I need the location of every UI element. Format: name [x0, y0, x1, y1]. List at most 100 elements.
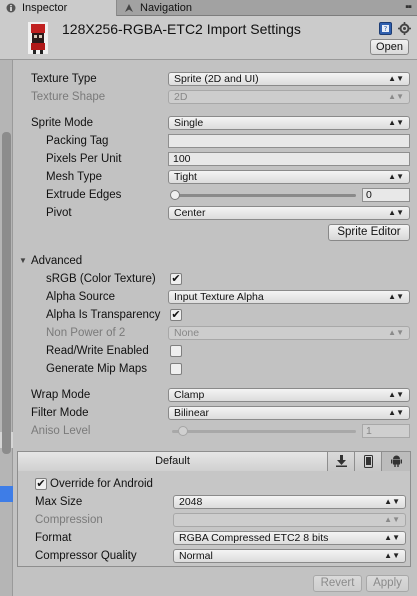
- settings-gear-icon[interactable]: [398, 22, 411, 35]
- sprite-mode-dropdown[interactable]: Single ▲▼: [168, 116, 410, 130]
- tab-inspector[interactable]: Inspector: [0, 0, 117, 16]
- dropdown-arrow-icon: ▲▼: [388, 292, 404, 301]
- platform-tab-android[interactable]: [382, 452, 410, 471]
- navigation-icon: [125, 4, 133, 12]
- dropdown-arrow-icon: ▲▼: [384, 533, 400, 542]
- compressor-quality-label: Compressor Quality: [35, 550, 137, 562]
- left-panel-selected-row[interactable]: [0, 486, 13, 502]
- mesh-type-dropdown[interactable]: Tight ▲▼: [168, 170, 410, 184]
- inspector-header: 128X256-RGBA-ETC2 Import Settings ?: [0, 16, 417, 60]
- dropdown-value: Input Texture Alpha: [174, 291, 264, 303]
- dropdown-value: 2D: [174, 91, 188, 103]
- dropdown-value: RGBA Compressed ETC2 8 bits: [179, 532, 329, 544]
- mobile-phone-icon: [363, 455, 373, 468]
- advanced-foldout-arrow-icon[interactable]: ▼: [19, 256, 27, 265]
- dropdown-arrow-icon: ▲▼: [388, 328, 404, 337]
- android-icon: [390, 455, 402, 467]
- srgb-label: sRGB (Color Texture): [46, 273, 156, 285]
- read-write-checkbox[interactable]: [170, 345, 182, 357]
- dropdown-arrow-icon: ▲▼: [384, 497, 400, 506]
- pivot-dropdown[interactable]: Center ▲▼: [168, 206, 410, 220]
- vertical-scrollbar[interactable]: [0, 60, 13, 454]
- dropdown-arrow-icon: ▲▼: [388, 390, 404, 399]
- compressor-quality-dropdown[interactable]: Normal ▲▼: [173, 549, 406, 563]
- mesh-type-label: Mesh Type: [46, 171, 103, 183]
- dropdown-value: Bilinear: [174, 407, 210, 419]
- non-power-of-2-label: Non Power of 2: [46, 327, 126, 339]
- texture-type-label: Texture Type: [31, 73, 97, 85]
- dropdown-value: Single: [174, 117, 204, 129]
- scrollbar-thumb[interactable]: [2, 132, 11, 454]
- compression-label: Compression: [35, 514, 103, 526]
- max-size-dropdown[interactable]: 2048 ▲▼: [173, 495, 406, 509]
- compression-dropdown: ▲▼: [173, 513, 406, 527]
- more-options-icon[interactable]: ▪▪: [405, 2, 412, 13]
- aniso-level-label: Aniso Level: [31, 425, 91, 437]
- aniso-level-slider-track: [172, 430, 356, 433]
- generate-mip-maps-checkbox[interactable]: [170, 363, 182, 375]
- dropdown-value: Normal: [179, 550, 213, 562]
- wrap-mode-label: Wrap Mode: [31, 389, 91, 401]
- help-book-icon[interactable]: ?: [379, 22, 392, 35]
- revert-button[interactable]: Revert: [313, 575, 362, 592]
- alpha-is-transparency-checkbox[interactable]: ✔: [170, 309, 182, 321]
- dropdown-arrow-icon: ▲▼: [388, 208, 404, 217]
- packing-tag-input[interactable]: [168, 134, 410, 148]
- advanced-foldout-label[interactable]: Advanced: [31, 254, 82, 268]
- wrap-mode-dropdown[interactable]: Clamp ▲▼: [168, 388, 410, 402]
- texture-shape-dropdown: 2D ▲▼: [168, 90, 410, 104]
- alpha-source-label: Alpha Source: [46, 291, 116, 303]
- srgb-checkbox[interactable]: ✔: [170, 273, 182, 285]
- generate-mip-maps-label: Generate Mip Maps: [46, 363, 147, 375]
- read-write-label: Read/Write Enabled: [46, 345, 149, 357]
- dropdown-arrow-icon: ▲▼: [388, 118, 404, 127]
- extrude-edges-input[interactable]: 0: [362, 188, 410, 202]
- texture-thumbnail: [28, 22, 48, 54]
- texture-type-dropdown[interactable]: Sprite (2D and UI) ▲▼: [168, 72, 410, 86]
- pivot-label: Pivot: [46, 207, 72, 219]
- format-label: Format: [35, 532, 72, 544]
- checkmark-icon: ✔: [171, 309, 181, 321]
- dropdown-value: Center: [174, 207, 206, 219]
- dropdown-value: Clamp: [174, 389, 205, 401]
- platform-tab-default[interactable]: Default: [18, 452, 328, 471]
- platform-tab-standalone[interactable]: [328, 452, 355, 471]
- download-icon: [335, 455, 347, 467]
- dropdown-value: Sprite (2D and UI): [174, 73, 259, 85]
- extrude-edges-slider-knob[interactable]: [170, 190, 180, 200]
- pixels-per-unit-input[interactable]: 100: [168, 152, 410, 166]
- dropdown-arrow-icon: ▲▼: [388, 172, 404, 181]
- dropdown-value: 2048: [179, 496, 203, 508]
- editor-tab-bar: Inspector Navigation ▪▪: [0, 0, 417, 16]
- tab-label: Navigation: [140, 2, 192, 14]
- packing-tag-label: Packing Tag: [46, 135, 109, 147]
- apply-button[interactable]: Apply: [366, 575, 409, 592]
- page-title: 128X256-RGBA-ETC2 Import Settings: [62, 21, 301, 37]
- aniso-level-slider-knob: [178, 426, 188, 436]
- filter-mode-dropdown[interactable]: Bilinear ▲▼: [168, 406, 410, 420]
- alpha-is-transparency-label: Alpha Is Transparency: [46, 309, 161, 321]
- tab-navigation[interactable]: Navigation: [118, 0, 228, 16]
- format-dropdown[interactable]: RGBA Compressed ETC2 8 bits ▲▼: [173, 531, 406, 545]
- info-icon: [6, 3, 16, 13]
- override-for-android-label: Override for Android: [50, 478, 153, 490]
- extrude-edges-label: Extrude Edges: [46, 189, 122, 201]
- svg-text:?: ?: [384, 25, 388, 33]
- dropdown-arrow-icon: ▲▼: [388, 92, 404, 101]
- alpha-source-dropdown[interactable]: Input Texture Alpha ▲▼: [168, 290, 410, 304]
- platform-tab-ios[interactable]: [355, 452, 382, 471]
- aniso-level-input: 1: [362, 424, 410, 438]
- max-size-label: Max Size: [35, 496, 83, 508]
- dropdown-arrow-icon: ▲▼: [388, 74, 404, 83]
- dropdown-arrow-icon: ▲▼: [388, 408, 404, 417]
- extrude-edges-slider-track[interactable]: [172, 194, 356, 197]
- dropdown-value: None: [174, 327, 200, 339]
- sprite-mode-label: Sprite Mode: [31, 117, 94, 129]
- texture-shape-label: Texture Shape: [31, 91, 106, 103]
- tab-label: Inspector: [22, 2, 68, 14]
- override-for-android-checkbox[interactable]: ✔: [35, 478, 47, 490]
- open-button[interactable]: Open: [370, 39, 409, 55]
- sprite-editor-button[interactable]: Sprite Editor: [328, 224, 410, 241]
- pixels-per-unit-label: Pixels Per Unit: [46, 153, 122, 165]
- checkmark-icon: ✔: [171, 273, 181, 285]
